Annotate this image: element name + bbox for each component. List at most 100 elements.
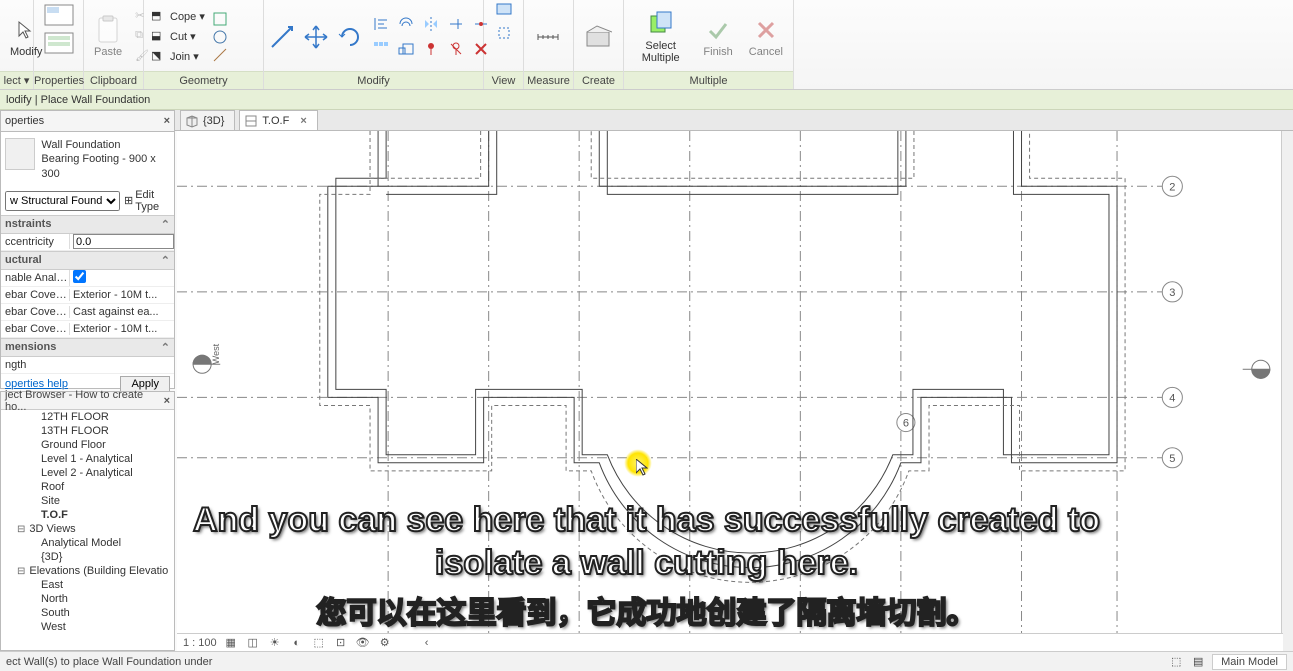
detail-level-icon[interactable]: ▦: [223, 635, 239, 651]
main-model-label[interactable]: Main Model: [1212, 654, 1287, 670]
properties-panel-header: operties ×: [0, 110, 175, 131]
tab-3d-label: {3D}: [203, 115, 224, 127]
geom-extra-2[interactable]: [212, 29, 228, 45]
design-options-icon[interactable]: ▤: [1190, 654, 1206, 670]
view-left-icon[interactable]: ‹: [419, 635, 435, 651]
visual-style-icon[interactable]: ◫: [245, 635, 261, 651]
cat-dimensions[interactable]: mensions⌃: [1, 338, 174, 357]
close-browser-icon[interactable]: ×: [164, 395, 170, 407]
rotate-icon[interactable]: [336, 23, 364, 51]
row-length[interactable]: ngth: [1, 357, 174, 374]
tree-item[interactable]: {3D}: [1, 550, 174, 564]
cope-button[interactable]: ⬒Cope ▾: [148, 8, 208, 26]
svg-text:3: 3: [1169, 287, 1175, 299]
offset-icon[interactable]: [395, 13, 417, 35]
cat-structural[interactable]: uctural⌃: [1, 251, 174, 270]
tab-3d[interactable]: {3D}: [180, 110, 235, 130]
eccentricity-input[interactable]: [73, 234, 174, 249]
type-selector[interactable]: Wall Foundation Bearing Footing - 900 x …: [1, 132, 174, 187]
tab-tof[interactable]: T.O.F ×: [239, 110, 317, 130]
measure-group-label: Measure: [524, 71, 573, 89]
copy-icon: ⧉: [135, 29, 151, 45]
align-icon[interactable]: [370, 13, 392, 35]
worksets-icon[interactable]: ⬚: [1168, 654, 1184, 670]
crop-visible-icon[interactable]: ⊡: [333, 635, 349, 651]
create-button[interactable]: [578, 21, 618, 53]
tab-tof-label: T.O.F: [262, 115, 289, 127]
modify-context-bar: lodify | Place Wall Foundation: [0, 90, 1293, 110]
tree-item[interactable]: 12TH FLOOR: [1, 410, 174, 424]
tree-item[interactable]: T.O.F: [1, 508, 174, 522]
view-tabs: {3D} T.O.F ×: [0, 110, 1293, 131]
row-enable-analytical[interactable]: nable Analyti...: [1, 270, 174, 287]
tree-item[interactable]: Ground Floor: [1, 438, 174, 452]
type-properties-icon[interactable]: [38, 30, 80, 56]
measure-button[interactable]: [528, 21, 568, 53]
join-button[interactable]: ⬔Join ▾: [148, 48, 208, 66]
properties-grid: nstraints⌃ ccentricity uctural⌃ nable An…: [1, 215, 174, 374]
geom-extra-1[interactable]: [212, 11, 228, 27]
activate-icon[interactable]: [268, 23, 296, 51]
floor-plan-canvas[interactable]: 2 3 4 5 6 West: [177, 131, 1293, 651]
view-icon-1[interactable]: [495, 2, 513, 20]
scale-icon[interactable]: [395, 38, 417, 60]
trim-icon[interactable]: [445, 13, 467, 35]
row-rebar-1[interactable]: ebar Cover - ... Exterior - 10M t...: [1, 287, 174, 304]
array-icon[interactable]: [370, 38, 392, 60]
cut-label: Cut ▾: [170, 30, 196, 43]
cancel-button: Cancel: [743, 14, 789, 60]
view-control-bar: 1 : 100 ▦ ◫ ☀ ◐ ⬚ ⊡ 👁 ⚙ ‹: [177, 633, 1283, 651]
tree-item[interactable]: Analytical Model: [1, 536, 174, 550]
crop-icon[interactable]: ⬚: [311, 635, 327, 651]
tree-item[interactable]: North: [1, 592, 174, 606]
ribbon-toolbar: Modify lect ▾ Properties Paste ✂: [0, 0, 1293, 90]
pin-icon[interactable]: [420, 38, 442, 60]
tree-item[interactable]: Level 1 - Analytical: [1, 452, 174, 466]
shadows-icon[interactable]: ◐: [289, 635, 305, 651]
hide-isolate-icon[interactable]: 👁: [355, 635, 371, 651]
reveal-icon[interactable]: ⚙: [377, 635, 393, 651]
modify-group-label: Modify: [264, 71, 483, 89]
tree-group[interactable]: 3D Views: [1, 522, 174, 536]
enable-analytical-checkbox[interactable]: [73, 270, 86, 283]
view-icon-2[interactable]: [495, 24, 513, 42]
tree-group[interactable]: Elevations (Building Elevatio: [1, 564, 174, 578]
edit-type-button[interactable]: ⊞ Edit Type: [124, 189, 170, 213]
vertical-scrollbar[interactable]: [1281, 131, 1293, 651]
cat-constraints[interactable]: nstraints⌃: [1, 215, 174, 234]
row-rebar-2[interactable]: ebar Cover - ... Cast against ea...: [1, 304, 174, 321]
unpin-icon[interactable]: [445, 38, 467, 60]
join-label: Join ▾: [170, 50, 199, 63]
scale-display[interactable]: 1 : 100: [183, 637, 217, 649]
close-properties-icon[interactable]: ×: [164, 115, 170, 127]
mirror-axis-icon[interactable]: [420, 13, 442, 35]
edit-type-label: Edit Type: [135, 189, 170, 213]
project-browser-tree[interactable]: 12TH FLOOR13TH FLOORGround FloorLevel 1 …: [1, 410, 174, 634]
clipboard-group-label: Clipboard: [84, 71, 143, 89]
row-eccentricity[interactable]: ccentricity: [1, 234, 174, 251]
move-icon[interactable]: [302, 23, 330, 51]
context-text: lodify | Place Wall Foundation: [6, 94, 150, 106]
tab-close-icon[interactable]: ×: [300, 115, 306, 127]
family-selector[interactable]: w Structural Found: [5, 191, 120, 211]
tree-item[interactable]: West: [1, 620, 174, 634]
foundation-type-icon: [5, 138, 35, 170]
sun-path-icon[interactable]: ☀: [267, 635, 283, 651]
tree-item[interactable]: Level 2 - Analytical: [1, 466, 174, 480]
create-group-label: Create: [574, 71, 623, 89]
select-multiple-label: Select Multiple: [634, 40, 687, 64]
type-sub: Bearing Footing - 900 x 300: [41, 152, 170, 181]
status-bar: ect Wall(s) to place Wall Foundation und…: [0, 651, 1293, 671]
properties-large-icon[interactable]: [38, 2, 80, 28]
tree-item[interactable]: Site: [1, 494, 174, 508]
cut-geom-button[interactable]: ⬓Cut ▾: [148, 28, 208, 46]
row-rebar-3[interactable]: ebar Cover - ... Exterior - 10M t...: [1, 321, 174, 338]
geom-extra-3[interactable]: [212, 47, 228, 63]
tree-item[interactable]: 13TH FLOOR: [1, 424, 174, 438]
tree-item[interactable]: South: [1, 606, 174, 620]
canvas-viewport[interactable]: 2 3 4 5 6 West: [177, 131, 1293, 651]
select-multiple-button[interactable]: Select Multiple: [628, 8, 693, 66]
tree-item[interactable]: Roof: [1, 480, 174, 494]
cope-label: Cope ▾: [170, 10, 205, 23]
tree-item[interactable]: East: [1, 578, 174, 592]
